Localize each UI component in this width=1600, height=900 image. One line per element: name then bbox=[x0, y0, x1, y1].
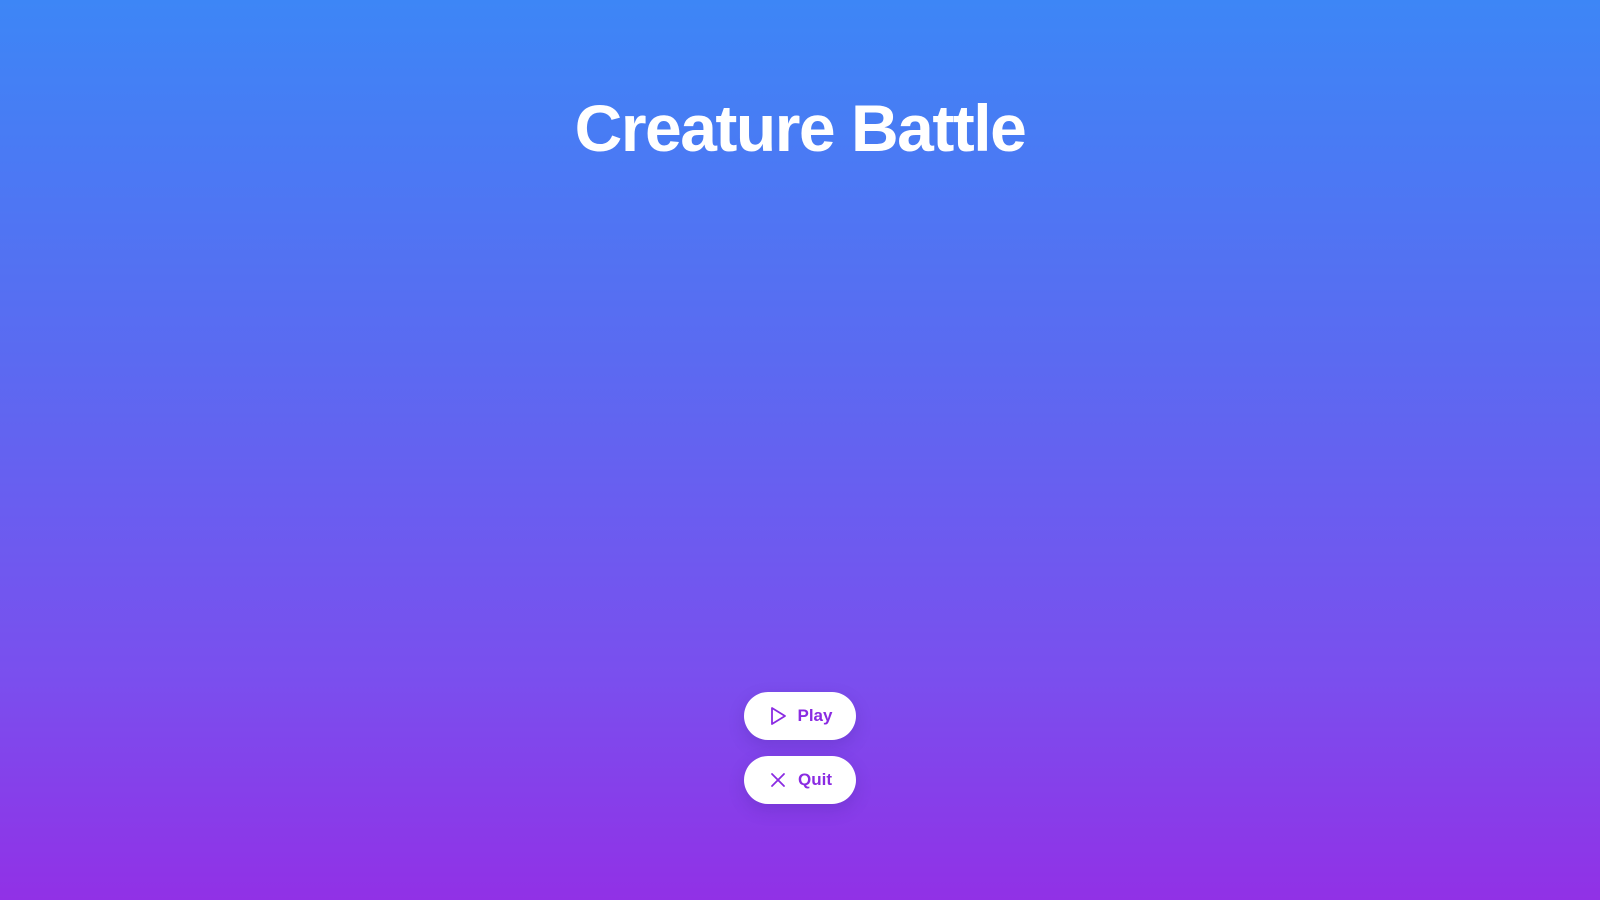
title-screen: Creature Battle Play Quit bbox=[0, 0, 1600, 900]
play-icon bbox=[768, 706, 788, 726]
close-icon bbox=[768, 770, 788, 790]
quit-button-label: Quit bbox=[798, 770, 832, 789]
quit-button[interactable]: Quit bbox=[744, 756, 856, 804]
play-button[interactable]: Play bbox=[744, 692, 856, 740]
main-menu: Play Quit bbox=[744, 692, 856, 804]
game-title: Creature Battle bbox=[574, 91, 1027, 165]
play-button-label: Play bbox=[797, 706, 833, 725]
